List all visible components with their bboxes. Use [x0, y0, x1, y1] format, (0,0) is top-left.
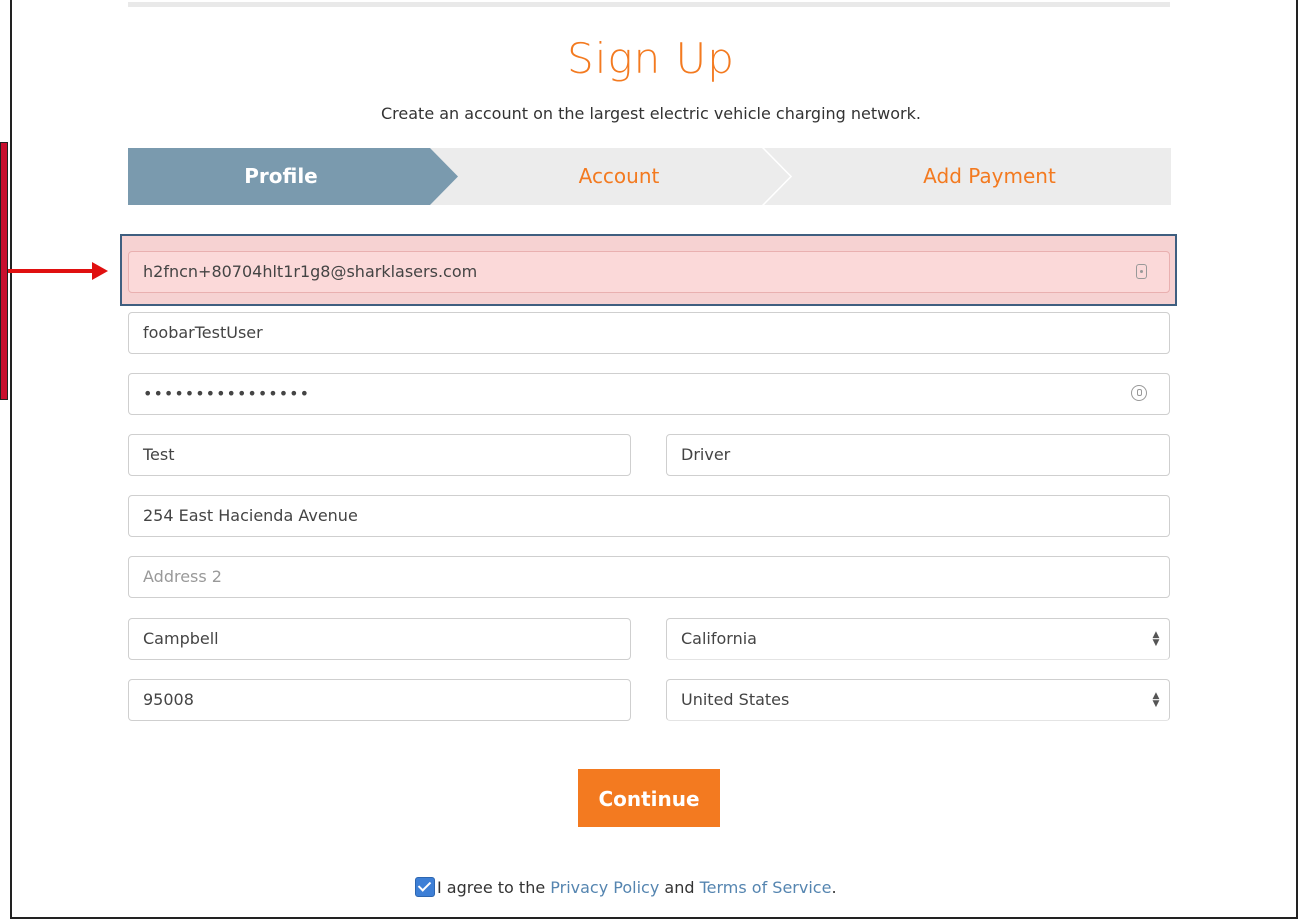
username-field[interactable]: foobarTestUser — [128, 312, 1170, 354]
agree-checkbox[interactable] — [415, 876, 435, 897]
select-arrows-icon: ▲ ▼ — [1152, 630, 1160, 648]
top-divider — [128, 2, 1170, 7]
email-field[interactable]: h2fncn+80704hlt1r1g8@sharklasers.com — [128, 251, 1170, 293]
autofill-card-icon[interactable] — [1136, 264, 1147, 279]
country-select[interactable]: United States ▲ ▼ — [666, 679, 1170, 721]
first-name-field[interactable]: Test — [128, 434, 631, 476]
annotation-arrow — [8, 269, 96, 273]
arrow-head-icon — [92, 262, 108, 280]
state-select[interactable]: California ▲ ▼ — [666, 618, 1170, 660]
annotation-marker — [0, 142, 8, 400]
page-subtitle: Create an account on the largest electri… — [381, 104, 921, 123]
address1-field[interactable]: 254 East Hacienda Avenue — [128, 495, 1170, 537]
password-field[interactable]: •••••••••••••••• — [128, 373, 1170, 415]
page-title: Sign Up — [567, 34, 735, 83]
zip-field[interactable]: 95008 — [128, 679, 631, 721]
last-name-field[interactable]: Driver — [666, 434, 1170, 476]
step-add-payment[interactable]: Add Payment — [764, 148, 1171, 205]
step-profile[interactable]: Profile — [128, 148, 458, 205]
privacy-policy-link[interactable]: Privacy Policy — [550, 878, 659, 897]
step-account[interactable]: Account — [428, 148, 790, 205]
continue-button[interactable]: Continue — [578, 769, 720, 827]
terms-of-service-link[interactable]: Terms of Service — [700, 878, 832, 897]
agreement: I agree to the Privacy Policy and Terms … — [415, 876, 837, 900]
city-field[interactable]: Campbell — [128, 618, 631, 660]
signup-steps: Add Payment Account Profile — [128, 148, 1171, 205]
address2-field[interactable]: Address 2 — [128, 556, 1170, 598]
password-manager-icon[interactable] — [1131, 385, 1147, 401]
select-arrows-icon: ▲ ▼ — [1152, 691, 1160, 709]
